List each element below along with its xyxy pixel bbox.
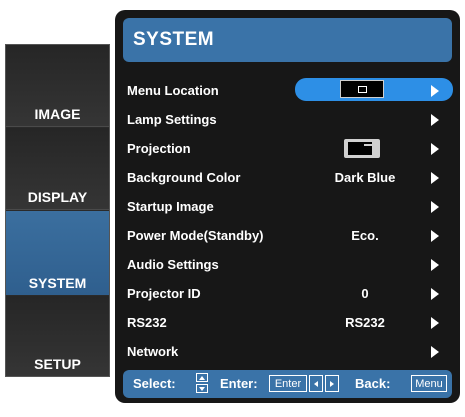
chevron-right-icon [431, 345, 439, 358]
left-key-icon [309, 375, 323, 392]
menu-location-icon [340, 80, 384, 98]
tab-image[interactable]: IMAGE [6, 45, 109, 127]
menu-item-label: Network [127, 344, 179, 359]
chevron-right-icon [431, 113, 439, 126]
menu-item-label: Startup Image [127, 199, 214, 214]
select-hint-label: Select: [133, 376, 176, 391]
tab-setup[interactable]: SETUP [6, 296, 109, 376]
menu-item-value: Eco. [351, 228, 379, 243]
menu-item-value: 0 [361, 286, 369, 301]
menu-item-label: Projector ID [127, 286, 201, 301]
chevron-right-icon [431, 287, 439, 300]
page-title: SYSTEM [123, 18, 452, 62]
menu-item-label: RS232 [127, 315, 167, 330]
chevron-right-icon [431, 229, 439, 242]
menu-list: Menu Location Lamp Settings Projection B… [115, 76, 460, 366]
menu-item-background-color[interactable]: Background Color Dark Blue [115, 163, 460, 192]
chevron-right-icon [431, 258, 439, 271]
menu-item-network[interactable]: Network [115, 337, 460, 366]
menu-item-label: Projection [127, 141, 191, 156]
menu-item-label: Background Color [127, 170, 241, 185]
tab-display-label: DISPLAY [27, 189, 88, 205]
menu-item-value: RS232 [345, 315, 385, 330]
menu-key-icon: Menu [411, 375, 447, 392]
chevron-right-icon [431, 200, 439, 213]
projection-mode-icon [344, 139, 380, 158]
tab-system[interactable]: SYSTEM [6, 211, 109, 295]
tab-display[interactable]: DISPLAY [6, 128, 109, 210]
menu-item-label: Audio Settings [127, 257, 219, 272]
chevron-right-icon [431, 84, 439, 97]
tab-system-label: SYSTEM [28, 275, 87, 291]
menu-item-projector-id[interactable]: Projector ID 0 [115, 279, 460, 308]
menu-item-label: Menu Location [127, 83, 219, 98]
back-hint-label: Back: [355, 376, 391, 391]
menu-item-lamp-settings[interactable]: Lamp Settings [115, 105, 460, 134]
menu-item-label: Power Mode(Standby) [127, 228, 264, 243]
enter-key-icon: Enter [269, 375, 307, 392]
osd-panel: SYSTEM Menu Location Lamp Settings Proje… [115, 10, 460, 403]
menu-item-label: Lamp Settings [127, 112, 217, 127]
menu-item-rs232[interactable]: RS232 RS232 [115, 308, 460, 337]
menu-item-power-mode[interactable]: Power Mode(Standby) Eco. [115, 221, 460, 250]
tab-column: IMAGE DISPLAY SYSTEM SETUP [5, 44, 110, 377]
menu-item-value: Dark Blue [334, 170, 396, 185]
chevron-right-icon [431, 142, 439, 155]
help-bar: Select: Enter: Enter Back: Menu [123, 370, 452, 398]
menu-item-audio-settings[interactable]: Audio Settings [115, 250, 460, 279]
chevron-right-icon [431, 316, 439, 329]
tab-setup-label: SETUP [34, 356, 81, 372]
right-key-icon [325, 375, 339, 392]
enter-hint-label: Enter: [220, 376, 258, 391]
menu-item-projection[interactable]: Projection [115, 134, 460, 163]
menu-item-startup-image[interactable]: Startup Image [115, 192, 460, 221]
up-down-keys-icon [196, 373, 210, 395]
tab-image-label: IMAGE [34, 106, 81, 122]
menu-item-menu-location[interactable]: Menu Location [115, 76, 460, 105]
chevron-right-icon [431, 171, 439, 184]
